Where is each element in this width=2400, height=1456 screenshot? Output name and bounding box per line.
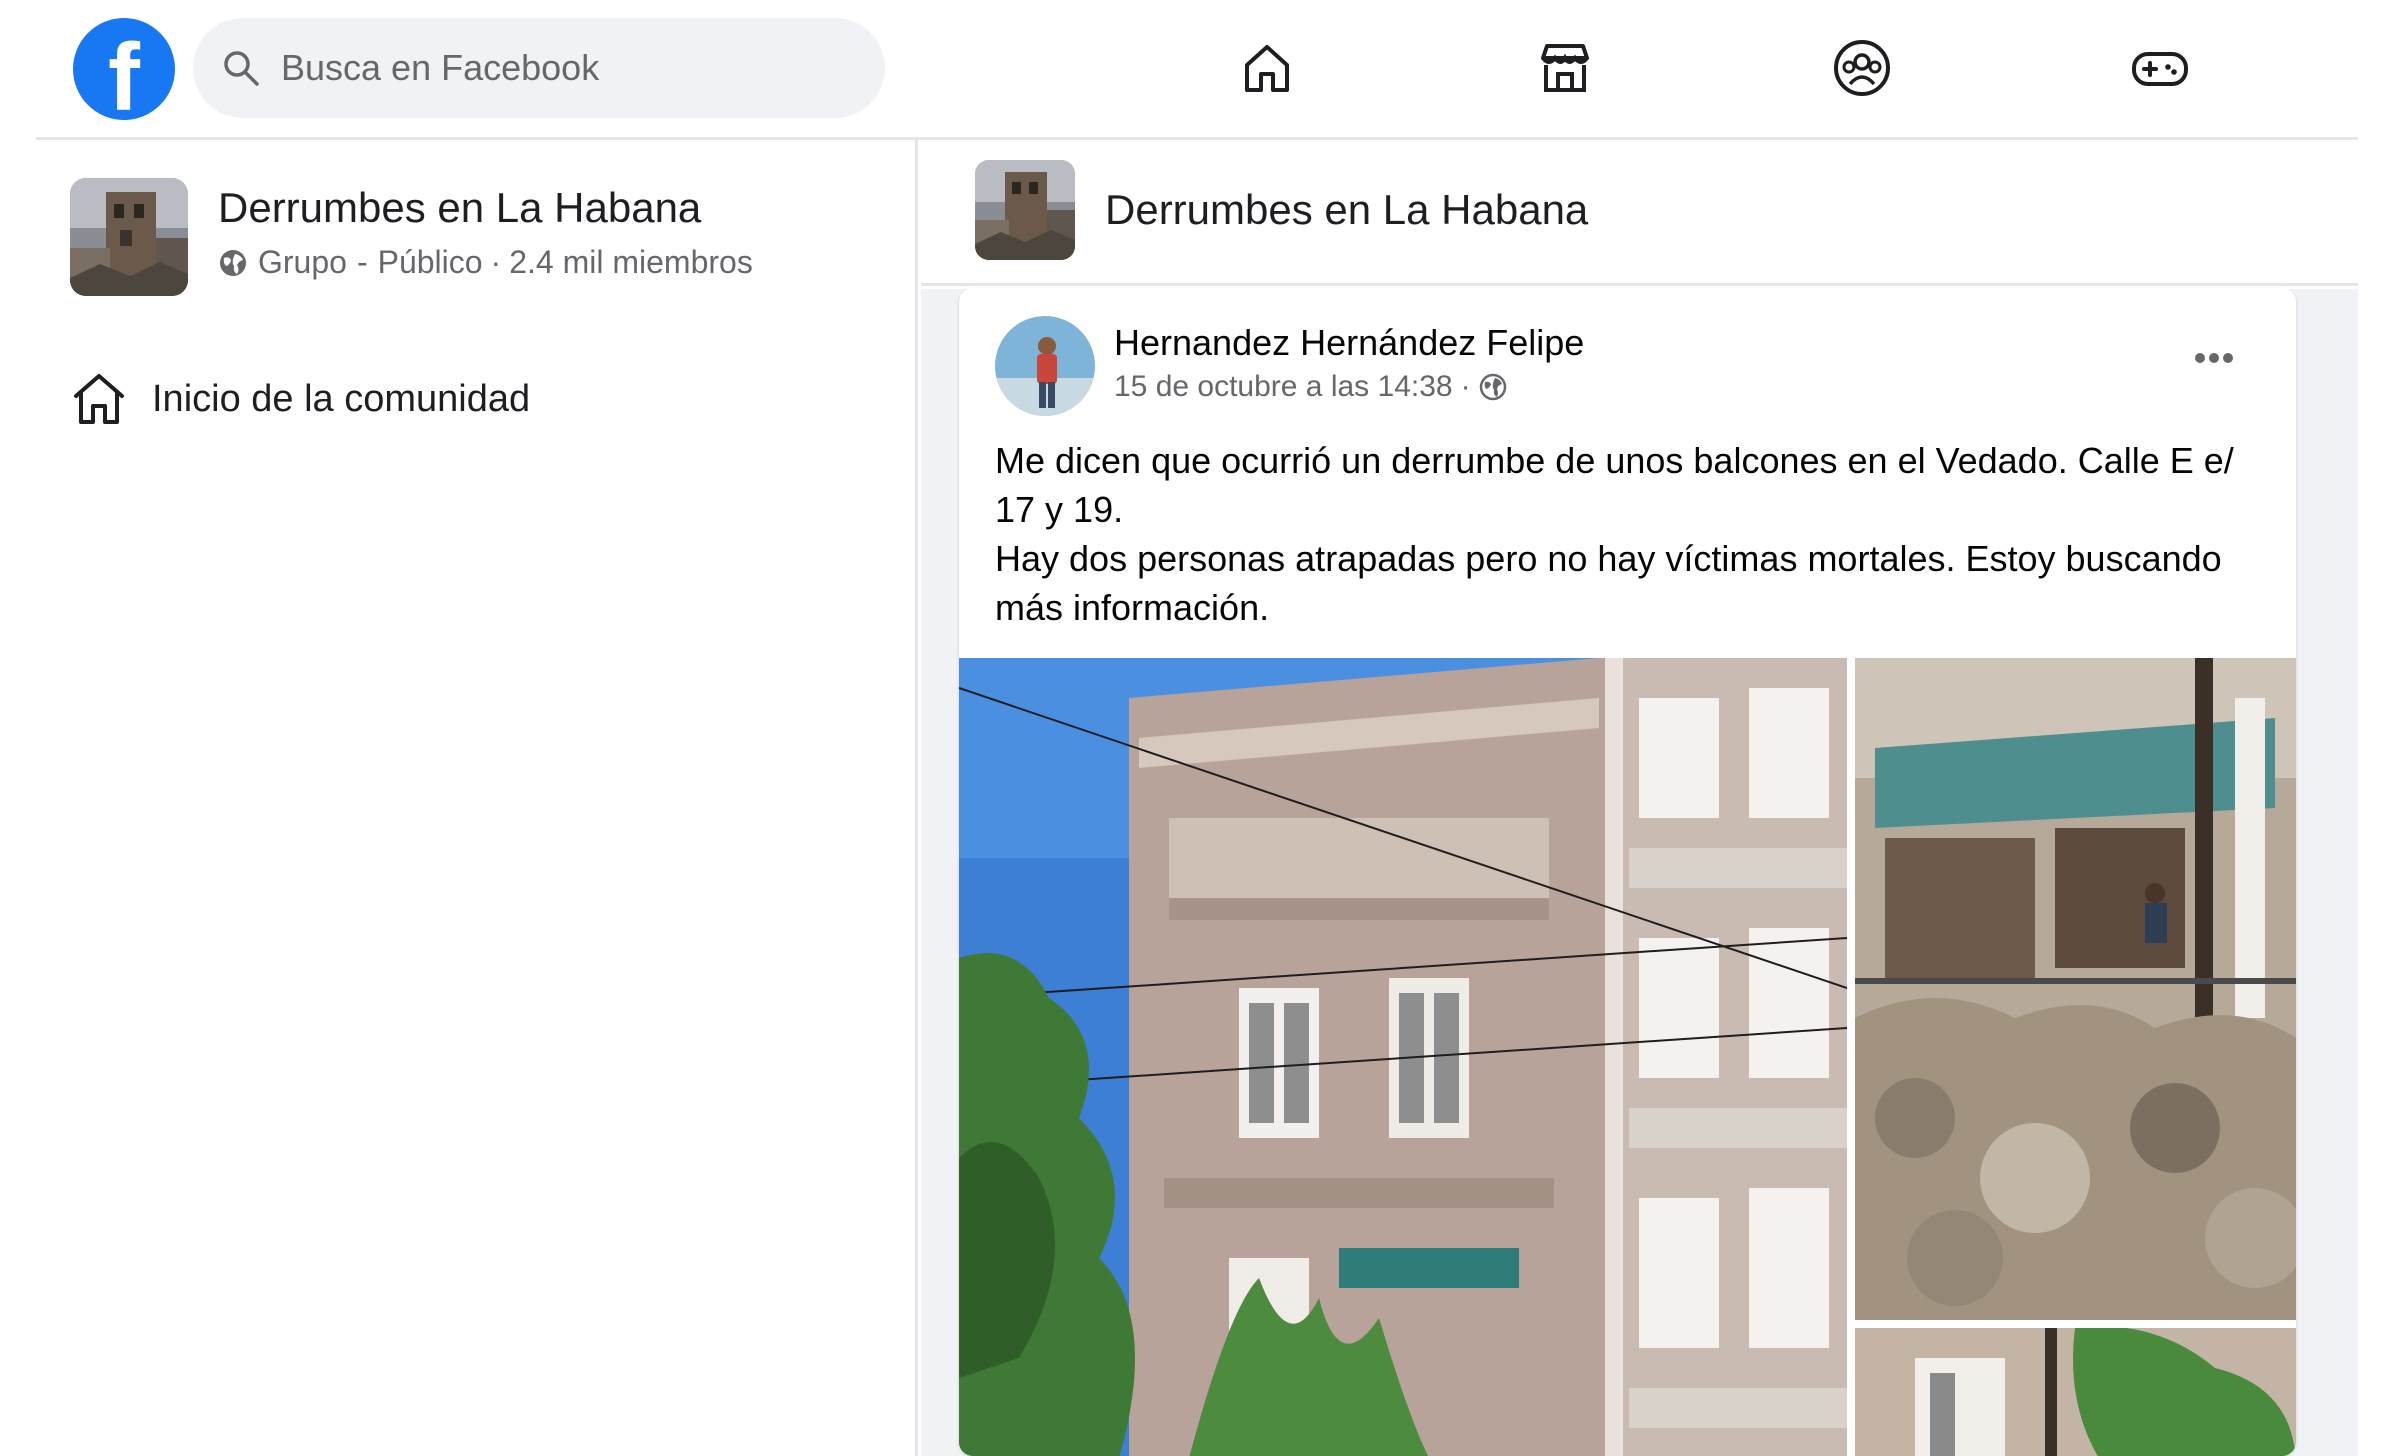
post-text: Me dicen que ocurrió un derrumbe de unos…	[995, 436, 2265, 632]
home-icon[interactable]	[1237, 38, 1297, 98]
post-text-line-1: Me dicen que ocurrió un derrumbe de unos…	[995, 440, 2234, 530]
street-photo[interactable]	[1855, 1328, 2296, 1456]
gaming-icon[interactable]	[2130, 38, 2190, 98]
post-author[interactable]: Hernandez Hernández Felipe	[1114, 322, 1584, 364]
groups-icon[interactable]	[1832, 38, 1892, 98]
search-icon	[224, 51, 259, 86]
group-sidebar: Derrumbes en La Habana Grupo - Público ·…	[36, 140, 918, 1456]
facebook-logo-letter: f	[108, 24, 140, 121]
community-home-label: Inicio de la comunidad	[152, 377, 531, 420]
group-header: Derrumbes en La Habana	[921, 140, 2358, 286]
group-type: Grupo	[258, 244, 347, 280]
more-options-icon[interactable]	[2184, 338, 2244, 378]
post-meta-dot: ·	[1460, 370, 1471, 403]
group-privacy: Público	[377, 244, 483, 280]
post-text-line-2: Hay dos personas atrapadas pero no hay v…	[995, 538, 2222, 628]
group-cover-thumbnail[interactable]	[70, 178, 188, 296]
group-name[interactable]: Derrumbes en La Habana	[218, 184, 701, 232]
collapse-debris-photo[interactable]	[1855, 658, 2296, 1320]
meta-dot: ·	[490, 244, 502, 280]
community-home-link[interactable]: Inicio de la comunidad	[70, 370, 530, 428]
building-facade-photo[interactable]	[959, 658, 1847, 1456]
post-timestamp[interactable]: 15 de octubre a las 14:38	[1114, 370, 1453, 404]
group-header-name[interactable]: Derrumbes en La Habana	[1105, 186, 1588, 234]
facebook-logo-icon[interactable]: f	[73, 18, 175, 120]
community-home-icon	[74, 374, 124, 424]
top-navigation-bar: f	[0, 0, 2400, 140]
globe-icon	[220, 249, 246, 276]
author-avatar[interactable]	[995, 316, 1095, 416]
post-meta: 15 de octubre a las 14:38 ·	[1114, 370, 1507, 404]
search-bar[interactable]	[193, 18, 885, 118]
group-header-thumbnail[interactable]	[975, 160, 1075, 260]
post-card: Hernandez Hernández Felipe 15 de octubre…	[959, 288, 2296, 1456]
group-meta: Grupo - Público · 2.4 mil miembros	[218, 244, 753, 281]
group-members[interactable]: 2.4 mil miembros	[509, 244, 753, 281]
meta-separator: -	[356, 244, 368, 280]
search-input[interactable]	[281, 48, 841, 88]
globe-icon	[1479, 373, 1506, 401]
marketplace-icon[interactable]	[1535, 38, 1595, 98]
